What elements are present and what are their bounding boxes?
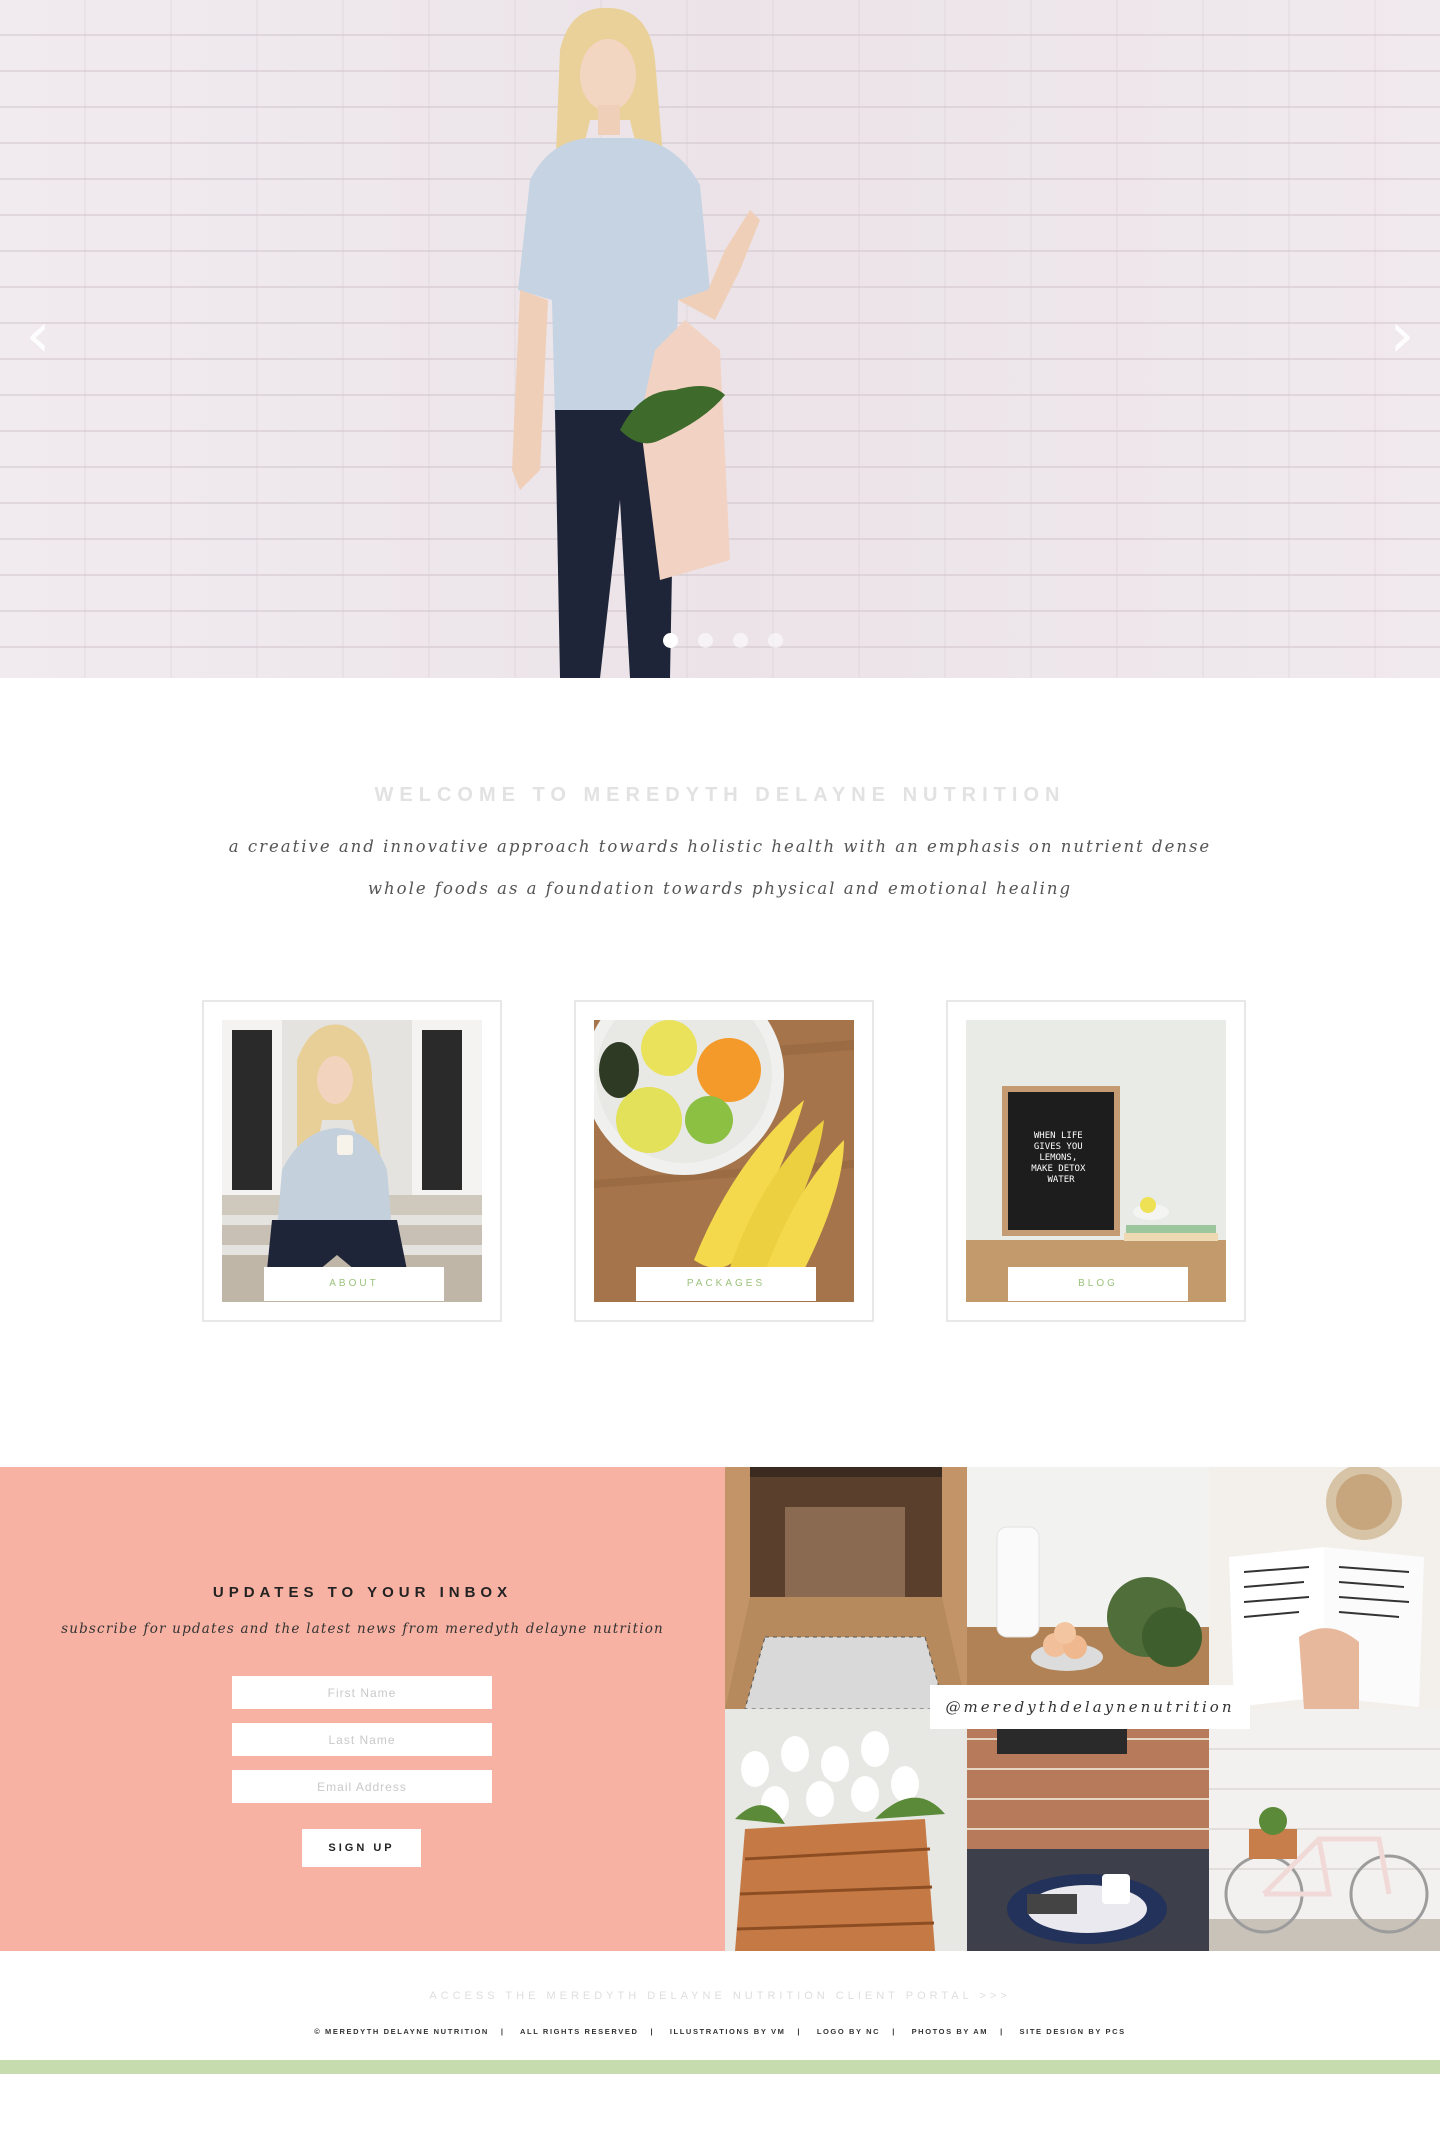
footer-accent-bar xyxy=(0,2060,1440,2074)
credit-logo: LOGO BY NC xyxy=(816,2027,881,2036)
sign-up-button[interactable]: SIGN UP xyxy=(302,1829,421,1867)
credit-site-design[interactable]: SITE DESIGN BY PCS xyxy=(1020,2027,1126,2036)
instagram-photo-shop[interactable] xyxy=(725,1467,967,1709)
welcome-title: WELCOME TO MEREDYTH DELAYNE NUTRITION xyxy=(374,784,1066,806)
slider-prev-arrow[interactable]: ‹ xyxy=(18,300,58,370)
separator: | xyxy=(650,2027,655,2036)
slider-next-arrow[interactable]: › xyxy=(1382,300,1422,370)
instagram-photo-book[interactable] xyxy=(1209,1467,1440,1709)
packages-card-image xyxy=(594,1020,854,1302)
hero-slider: ‹ › xyxy=(0,0,1440,678)
slider-pagination xyxy=(663,633,783,648)
first-name-input[interactable] xyxy=(232,1676,492,1709)
separator: | xyxy=(797,2027,802,2036)
instagram-handle[interactable]: @meredythdelaynenutrition xyxy=(930,1685,1250,1729)
email-input[interactable] xyxy=(232,1770,492,1803)
blog-card-image: WHEN LIFE GIVES YOU LEMONS, MAKE DETOX W… xyxy=(966,1020,1226,1302)
last-name-input[interactable] xyxy=(232,1723,492,1756)
credit-rights: ALL RIGHTS RESERVED xyxy=(520,2027,639,2036)
welcome-subtitle: a creative and innovative approach towar… xyxy=(228,837,1212,898)
separator: | xyxy=(1000,2027,1004,2036)
footer-credits: © MEREDYTH DELAYNE NUTRITION | ALL RIGHTS… xyxy=(0,2027,1440,2036)
blog-card[interactable]: WHEN LIFE GIVES YOU LEMONS, MAKE DETOX W… xyxy=(946,1000,1246,1322)
packages-card-label[interactable]: PACKAGES xyxy=(636,1267,816,1301)
instagram-photo-tulips[interactable] xyxy=(725,1709,967,1951)
credit-photos: PHOTOS BY AM xyxy=(911,2027,989,2036)
instagram-photo-milk[interactable] xyxy=(967,1467,1209,1709)
packages-card[interactable]: PACKAGES xyxy=(574,1000,874,1322)
newsletter-subtitle: subscribe for updates and the latest new… xyxy=(61,1621,664,1637)
slider-dot-2[interactable] xyxy=(698,633,713,648)
instagram-grid: @meredythdelaynenutrition xyxy=(725,1467,1440,1951)
slider-dot-3[interactable] xyxy=(733,633,748,648)
slider-dot-1[interactable] xyxy=(663,633,678,648)
newsletter-section: UPDATES TO YOUR INBOX subscribe for upda… xyxy=(0,1467,725,1951)
about-card-label[interactable]: ABOUT xyxy=(264,1267,444,1301)
credit-illustrations: ILLUSTRATIONS BY VM xyxy=(669,2027,786,2036)
instagram-photo-bicycle[interactable] xyxy=(1209,1709,1440,1951)
credit-copyright: © MEREDYTH DELAYNE NUTRITION xyxy=(314,2027,489,2036)
blog-card-label[interactable]: BLOG xyxy=(1008,1267,1188,1301)
client-portal-link[interactable]: ACCESS THE MEREDYTH DELAYNE NUTRITION CL… xyxy=(0,1990,1440,2002)
about-card[interactable]: ABOUT xyxy=(202,1000,502,1322)
instagram-photo-fireplace[interactable] xyxy=(967,1709,1209,1951)
about-card-image xyxy=(222,1020,482,1302)
separator: | xyxy=(500,2027,505,2036)
hero-person-image xyxy=(512,7,760,678)
slider-dot-4[interactable] xyxy=(768,633,783,648)
newsletter-title: UPDATES TO YOUR INBOX xyxy=(212,1584,513,1601)
separator: | xyxy=(892,2027,896,2036)
